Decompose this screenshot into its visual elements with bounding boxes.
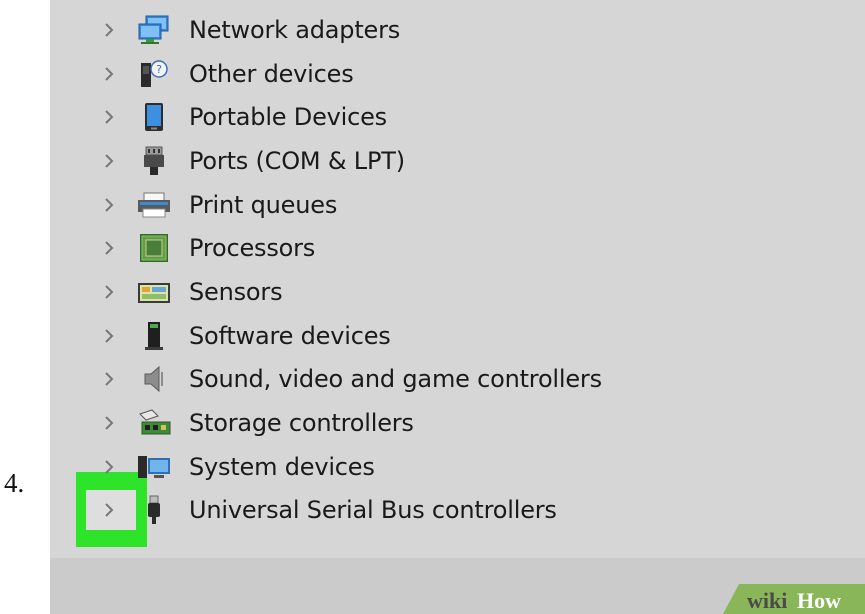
sensor-icon xyxy=(136,276,172,308)
storage-controller-icon xyxy=(136,407,172,439)
tree-item-label: Sound, video and game controllers xyxy=(189,365,602,394)
tree-item-label: Storage controllers xyxy=(189,409,414,438)
system-device-icon xyxy=(136,451,172,483)
portable-device-icon xyxy=(136,101,172,133)
chevron-right-icon[interactable] xyxy=(101,190,117,220)
tree-item-system-devices[interactable]: System devices xyxy=(50,445,865,489)
step-number: 4. xyxy=(4,468,25,498)
chevron-right-icon[interactable] xyxy=(101,102,117,132)
chevron-right-icon[interactable] xyxy=(101,364,117,394)
tree-item-processors[interactable]: Processors xyxy=(50,226,865,270)
watermark-wiki: wiki xyxy=(747,588,787,613)
chevron-right-icon[interactable] xyxy=(101,495,117,525)
tree-item-label: Print queues xyxy=(189,190,338,219)
chevron-right-icon[interactable] xyxy=(101,408,117,438)
chevron-right-icon[interactable] xyxy=(101,233,117,263)
tree-item-sound-video-game[interactable]: Sound, video and game controllers xyxy=(50,358,865,402)
device-tree: Network adapters ? Other devices Portabl… xyxy=(50,8,865,532)
tree-item-usb-controllers[interactable]: Universal Serial Bus controllers xyxy=(50,489,865,533)
port-icon xyxy=(136,145,172,177)
printer-icon xyxy=(136,189,172,221)
tree-item-print-queues[interactable]: Print queues xyxy=(50,183,865,227)
tree-item-label: Ports (COM & LPT) xyxy=(189,146,405,175)
network-adapter-icon xyxy=(136,14,172,46)
tree-item-network-adapters[interactable]: Network adapters xyxy=(50,8,865,52)
tree-item-portable-devices[interactable]: Portable Devices xyxy=(50,95,865,139)
tree-item-label: Portable Devices xyxy=(189,103,387,132)
tree-item-ports[interactable]: Ports (COM & LPT) xyxy=(50,139,865,183)
processor-icon xyxy=(136,232,172,264)
tree-item-other-devices[interactable]: ? Other devices xyxy=(50,52,865,96)
chevron-right-icon[interactable] xyxy=(101,146,117,176)
tree-item-label: Universal Serial Bus controllers xyxy=(189,496,557,525)
chevron-right-icon[interactable] xyxy=(101,452,117,482)
wikihow-watermark: wiki How xyxy=(723,584,865,614)
speaker-icon xyxy=(136,363,172,395)
unknown-device-icon: ? xyxy=(136,58,172,90)
tree-item-software-devices[interactable]: Software devices xyxy=(50,314,865,358)
tree-item-label: Software devices xyxy=(189,321,391,350)
tree-item-label: Sensors xyxy=(189,277,283,306)
svg-text:?: ? xyxy=(156,63,162,76)
watermark-how: How xyxy=(797,588,841,613)
chevron-right-icon[interactable] xyxy=(101,277,117,307)
chevron-right-icon[interactable] xyxy=(101,15,117,45)
software-device-icon xyxy=(136,320,172,352)
device-manager-panel: Network adapters ? Other devices Portabl… xyxy=(50,0,865,614)
tree-item-storage-controllers[interactable]: Storage controllers xyxy=(50,401,865,445)
usb-icon xyxy=(136,494,172,526)
tree-item-label: System devices xyxy=(189,452,375,481)
chevron-right-icon[interactable] xyxy=(101,321,117,351)
chevron-right-icon[interactable] xyxy=(101,59,117,89)
tree-item-label: Other devices xyxy=(189,59,354,88)
tree-item-label: Network adapters xyxy=(189,15,401,44)
tree-item-label: Processors xyxy=(189,234,316,263)
tree-item-sensors[interactable]: Sensors xyxy=(50,270,865,314)
